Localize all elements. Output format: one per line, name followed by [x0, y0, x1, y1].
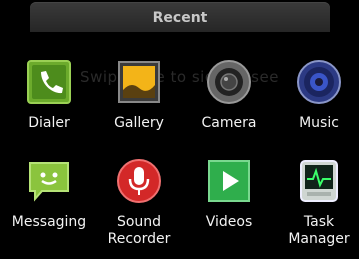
app-label: Sound Recorder: [107, 214, 171, 247]
chat-icon: [25, 157, 73, 205]
camera-icon: [205, 58, 253, 106]
app-camera[interactable]: Camera: [186, 58, 272, 132]
microphone-icon: [115, 157, 163, 205]
app-label: Dialer: [28, 115, 70, 131]
app-label: Camera: [201, 115, 257, 131]
app-music[interactable]: Music: [276, 58, 359, 132]
app-gallery[interactable]: Gallery: [96, 58, 182, 132]
app-dialer[interactable]: Dialer: [6, 58, 92, 132]
speaker-icon: [295, 58, 343, 106]
app-label: Music: [299, 115, 339, 131]
play-icon: [205, 157, 253, 205]
app-task-manager[interactable]: Task Manager: [276, 157, 359, 248]
app-messaging[interactable]: Messaging: [6, 157, 92, 231]
app-sound-recorder[interactable]: Sound Recorder: [96, 157, 182, 248]
app-label: Videos: [205, 214, 253, 230]
phone-icon: [25, 58, 73, 106]
app-label: Task Manager: [288, 214, 350, 247]
monitor-icon: [295, 157, 343, 205]
app-label: Gallery: [114, 115, 164, 131]
app-videos[interactable]: Videos: [186, 157, 272, 231]
recent-header: Recent: [30, 2, 330, 32]
picture-icon: [115, 58, 163, 106]
app-label: Messaging: [11, 214, 87, 230]
header-title: Recent: [152, 10, 208, 26]
